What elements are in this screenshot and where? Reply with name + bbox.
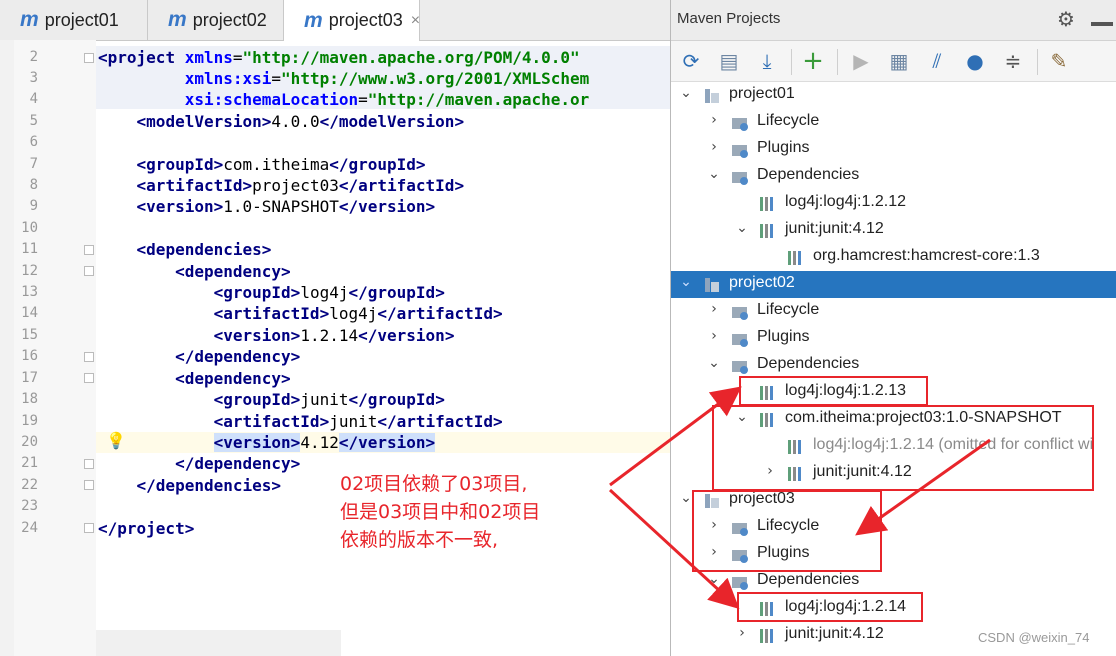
watermark: CSDN @weixin_74 bbox=[978, 630, 1090, 645]
annotation-line: 02项目依赖了03项目, bbox=[340, 473, 528, 495]
annotation-line: 依赖的版本不一致, bbox=[340, 529, 499, 551]
annotation-line: 但是03项目中和02项目 bbox=[340, 501, 541, 523]
arrow-to-log4j-1213 bbox=[609, 386, 742, 487]
arrow-to-log4j-1214 bbox=[608, 488, 740, 610]
arrow-to-project03 bbox=[855, 438, 991, 536]
annotation-arrows bbox=[608, 386, 991, 610]
annotation-note: 02项目依赖了03项目, 但是03项目中和02项目 依赖的版本不一致, bbox=[340, 470, 600, 554]
